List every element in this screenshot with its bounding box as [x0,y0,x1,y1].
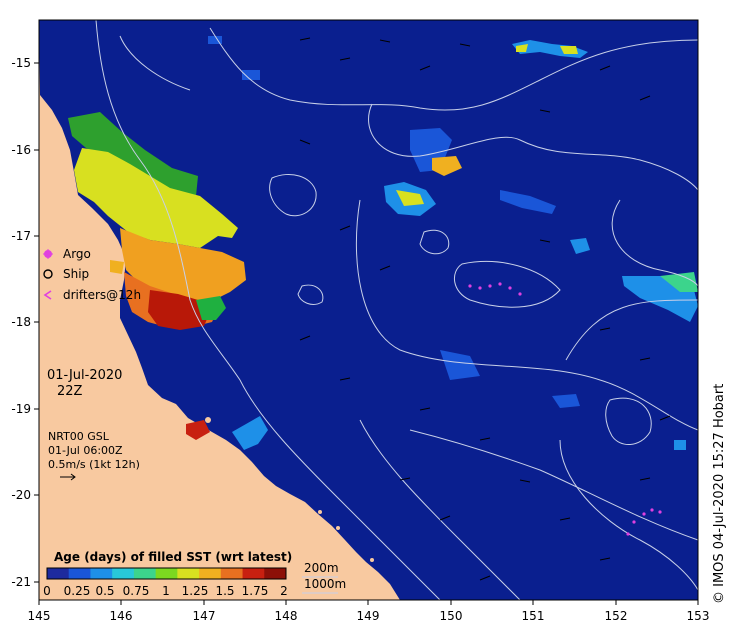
lon-label: 147 [193,609,216,623]
colorbar-swatch [133,568,157,579]
colorbar-tick: 1.5 [215,584,234,598]
colorbar-tick-labels: 0 0.25 0.5 0.75 1 1.25 1.5 1.75 2 [43,584,288,598]
current-time-label: 01-Jul 06:00Z [48,444,123,457]
colorbar-tick: 0.75 [123,584,150,598]
colorbar-tick: 1.75 [242,584,269,598]
lon-label: 146 [110,609,133,623]
colorbar-swatch [68,568,91,579]
ship-label: Ship [63,267,89,281]
contour-200m-label: 200m [304,561,339,575]
lon-label: 153 [687,609,710,623]
lon-label: 148 [275,609,298,623]
drifters-label: drifters@12h [63,288,141,302]
colorbar-tick: 0.5 [95,584,114,598]
lon-label: 149 [357,609,380,623]
lat-label: -19 [11,402,31,416]
colorbar-swatch [177,568,200,579]
lat-label: -15 [11,56,31,70]
colorbar-swatch [155,568,178,579]
contour-1000m-label: 1000m [304,577,346,591]
lon-label: 152 [605,609,628,623]
longitude-labels: 145 146 147 148 149 150 151 152 153 [28,609,710,623]
colorbar-swatch [242,568,265,579]
colorbar-swatch [264,568,287,579]
lat-label: -18 [11,315,31,329]
current-model-label: NRT00 GSL [48,430,110,443]
lat-label: -21 [11,575,31,589]
colorbar-swatch [220,568,244,579]
colorbar-tick: 0.25 [64,584,91,598]
colorbar-tick: 2 [280,584,288,598]
colorbar-swatch [47,568,70,579]
lat-label: -16 [11,143,31,157]
colorbar-tick: 0 [43,584,51,598]
argo-label: Argo [63,247,91,261]
lat-label: -20 [11,488,31,502]
lon-label: 150 [440,609,463,623]
credit-text: © IMOS 04-Jul-2020 15:27 Hobart [712,383,727,604]
map-time: 22Z [57,384,83,399]
sst-age-map: 145 146 147 148 149 150 151 152 153 -15 … [11,19,710,623]
map-date: 01-Jul-2020 [47,368,122,383]
colorbar-swatch [90,568,113,579]
colorbar-tick: 1.25 [182,584,209,598]
latitude-labels: -15 -16 -17 -18 -19 -20 -21 [11,56,31,589]
lat-label: -17 [11,229,31,243]
colorbar [47,568,287,579]
lon-label: 145 [28,609,51,623]
current-scale-label: 0.5m/s (1kt 12h) [48,458,140,471]
colorbar-title: Age (days) of filled SST (wrt latest) [54,550,292,564]
colorbar-swatch [199,568,222,579]
lon-label: 151 [522,609,545,623]
colorbar-swatch [112,568,135,579]
colorbar-tick: 1 [162,584,170,598]
